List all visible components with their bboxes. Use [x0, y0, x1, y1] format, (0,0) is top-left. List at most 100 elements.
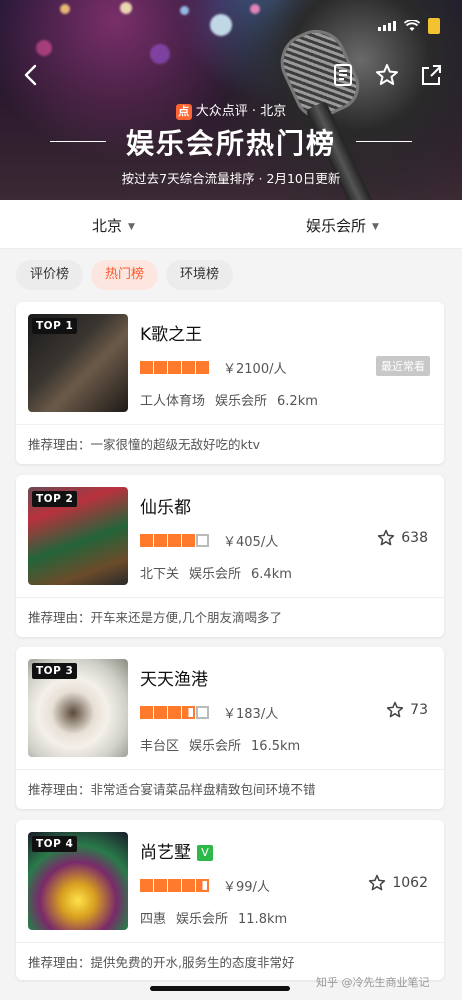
recommend-reason: 推荐理由：一家很憧的超级无敌好吃的ktv — [28, 437, 261, 452]
star-icon — [168, 361, 181, 374]
home-indicator[interactable] — [150, 986, 290, 991]
venue-distance: 16.5km — [251, 739, 301, 754]
star-icon — [140, 534, 153, 547]
document-icon[interactable] — [330, 62, 356, 88]
favorite-button[interactable]: 638 — [377, 529, 428, 547]
star-icon — [196, 706, 209, 719]
star-outline-icon — [378, 529, 395, 546]
recent-viewed-badge: 最近常看 — [376, 356, 430, 376]
venue-card[interactable]: TOP 2 仙乐都 ￥405/人 638 北下关 娱乐会所 6.4km 推荐理由：开… — [16, 475, 444, 637]
brand-city: 北京 — [260, 104, 287, 119]
venue-category: 娱乐会所 — [189, 739, 242, 754]
rating-row: ￥2100/人 — [140, 358, 286, 377]
venue-name: 仙乐都 — [140, 498, 191, 518]
venue-distance: 11.8km — [238, 912, 288, 927]
venue-area: 丰台区 — [140, 739, 180, 754]
filter-bar: 北京 ▼ 娱乐会所 ▼ — [0, 200, 462, 249]
venue-card[interactable]: TOP 3 天天渔港 ￥183/人 73 丰台区 娱乐会所 16.5km 推荐理由：… — [16, 647, 444, 809]
avg-price: ￥183/人 — [223, 707, 279, 722]
tab-environment[interactable]: 环境榜 — [166, 260, 234, 290]
star-icon — [154, 361, 167, 374]
venue-area: 四惠 — [140, 912, 167, 927]
favorite-button[interactable]: 1062 — [368, 874, 428, 892]
venue-meta: 工人体育场 娱乐会所 6.2km — [140, 390, 328, 409]
star-rating — [140, 534, 209, 547]
venue-photo: TOP 2 — [28, 487, 128, 585]
star-icon[interactable] — [374, 62, 400, 88]
city-filter-dropdown[interactable]: 北京 ▼ — [92, 215, 135, 236]
rank-badge: TOP 3 — [32, 663, 78, 679]
rank-badge: TOP 1 — [32, 318, 78, 334]
star-rating — [140, 706, 209, 719]
battery-icon — [428, 18, 440, 34]
brand-row: 点大众点评 · 北京 — [0, 100, 462, 120]
star-icon — [196, 361, 209, 374]
star-icon — [154, 534, 167, 547]
city-filter-label: 北京 — [92, 217, 123, 235]
page-title: 娱乐会所热门榜 — [125, 127, 336, 160]
tab-rating[interactable]: 评价榜 — [16, 260, 84, 290]
avg-price: ￥99/人 — [223, 880, 270, 895]
brand-separator: · — [251, 104, 257, 119]
star-outline-icon — [369, 874, 386, 891]
recommend-reason: 推荐理由：开车来还是方便,几个朋友滴喝多了 — [28, 610, 282, 625]
venue-area: 工人体育场 — [140, 394, 206, 409]
rating-row: ￥183/人 — [140, 703, 278, 722]
venue-category: 娱乐会所 — [189, 567, 242, 582]
star-icon — [154, 706, 167, 719]
dianping-logo-icon: 点 — [175, 103, 192, 120]
category-filter-dropdown[interactable]: 娱乐会所 ▼ — [306, 215, 379, 236]
star-icon — [168, 706, 181, 719]
venue-distance: 6.4km — [251, 567, 292, 582]
avg-price: ￥405/人 — [223, 535, 279, 550]
venue-name: 尚艺墅 V — [140, 838, 213, 863]
star-icon — [182, 706, 195, 719]
star-outline-icon — [387, 701, 404, 718]
star-rating — [140, 879, 209, 892]
divider — [16, 769, 444, 770]
venue-meta: 北下关 娱乐会所 6.4km — [140, 563, 302, 582]
star-icon — [196, 879, 209, 892]
share-icon[interactable] — [418, 62, 444, 88]
avg-price: ￥2100/人 — [223, 362, 287, 377]
favorite-count: 1062 — [392, 875, 428, 891]
star-icon — [182, 534, 195, 547]
star-icon — [182, 879, 195, 892]
favorite-count: 73 — [410, 702, 428, 718]
venue-meta: 丰台区 娱乐会所 16.5km — [140, 735, 310, 754]
star-icon — [140, 361, 153, 374]
rank-badge: TOP 2 — [32, 491, 78, 507]
venue-name: 天天渔港 — [140, 670, 208, 690]
light-bokeh — [150, 44, 170, 64]
favorite-button[interactable]: 73 — [386, 701, 428, 719]
favorite-count: 638 — [401, 530, 428, 546]
tab-popular[interactable]: 热门榜 — [91, 260, 159, 290]
divider — [16, 942, 444, 943]
star-icon — [196, 534, 209, 547]
venue-card[interactable]: TOP 4 尚艺墅 V ￥99/人 1062 四惠 娱乐会所 11.8km 推荐理由：… — [16, 820, 444, 980]
wifi-icon — [404, 20, 420, 31]
vip-badge-icon: V — [197, 845, 213, 861]
venue-category: 娱乐会所 — [176, 912, 229, 927]
watermark-text: 知乎 @冷先生商业笔记 — [316, 976, 430, 989]
star-icon — [140, 706, 153, 719]
venue-meta: 四惠 娱乐会所 11.8km — [140, 908, 297, 927]
star-icon — [154, 879, 167, 892]
star-icon — [168, 534, 181, 547]
brand-name: 大众点评 — [195, 104, 248, 119]
rank-badge: TOP 4 — [32, 836, 78, 852]
caret-down-icon: ▼ — [128, 222, 135, 232]
venue-area: 北下关 — [140, 567, 180, 582]
rating-row: ￥99/人 — [140, 876, 270, 895]
page-subtitle: 按过去7天综合流量排序 · 2月10日更新 — [121, 171, 341, 186]
divider — [16, 597, 444, 598]
caret-down-icon: ▼ — [372, 222, 379, 232]
star-rating — [140, 361, 209, 374]
venue-card[interactable]: TOP 1 K歌之王 ￥2100/人 最近常看 工人体育场 娱乐会所 6.2km 推… — [16, 302, 444, 464]
star-icon — [168, 879, 181, 892]
recommend-reason: 推荐理由：提供免费的开水,服务生的态度非常好 — [28, 955, 295, 970]
venue-distance: 6.2km — [277, 394, 318, 409]
recommend-reason: 推荐理由：非常适合宴请菜品样盘精致包间环境不错 — [28, 782, 316, 797]
rating-row: ￥405/人 — [140, 531, 278, 550]
back-arrow-icon[interactable] — [18, 62, 44, 88]
